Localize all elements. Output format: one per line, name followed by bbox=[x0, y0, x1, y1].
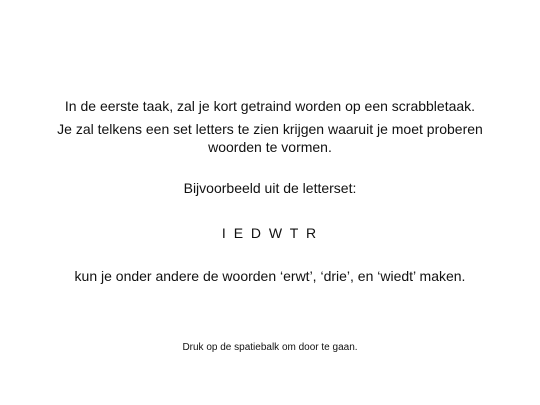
intro-text-line-1: In de eerste taak, zal je kort getraind … bbox=[64, 98, 476, 114]
intro-text-line-2: Je zal telkens een set letters te zien k… bbox=[57, 121, 483, 137]
letter-set: I E D W T R bbox=[221, 225, 319, 241]
continue-hint: Druk op de spatiebalk om door te gaan. bbox=[182, 342, 358, 353]
example-words-text: kun je onder andere de woorden ‘erwt’, ‘… bbox=[74, 268, 466, 284]
example-heading: Bijvoorbeeld uit de letterset: bbox=[183, 180, 357, 196]
intro-text-line-3: woorden te vormen. bbox=[208, 139, 332, 155]
instruction-slide: In de eerste taak, zal je kort getraind … bbox=[0, 0, 540, 405]
